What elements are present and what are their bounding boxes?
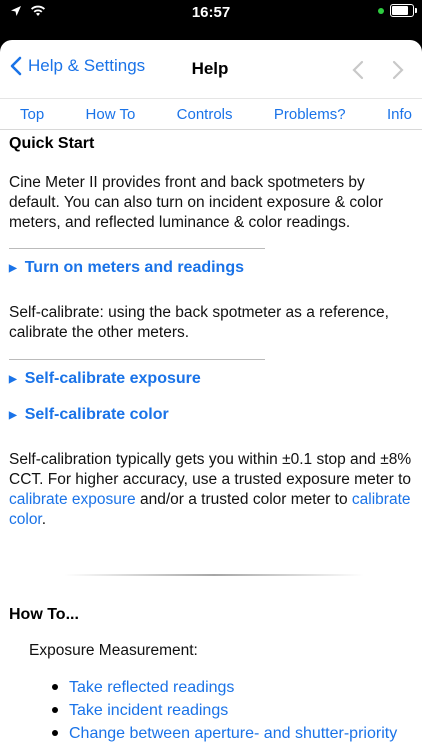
status-time: 16:57 [191, 4, 231, 21]
back-button[interactable]: Help & Settings [10, 56, 145, 76]
how-to-list: Take reflected readings Take incident re… [9, 676, 422, 745]
disclosure-triangle-icon: ▶ [9, 409, 17, 421]
self-calibrate-text: Self-calibrate: using the back spotmeter… [9, 304, 389, 341]
chevron-left-icon [10, 56, 22, 76]
help-sheet: Help & Settings Help Top How To Controls… [0, 40, 422, 750]
camera-in-use-indicator [378, 7, 384, 14]
navigation-bar: Help & Settings Help [0, 40, 422, 99]
section-tabs: Top How To Controls Problems? Info [0, 99, 422, 130]
disclosure-triangle-icon: ▶ [9, 373, 17, 385]
accuracy-text-part: Self-calibration typically gets you with… [9, 451, 412, 488]
calibrate-exposure-link[interactable]: calibrate exposure [9, 491, 136, 508]
disclosure-triangle-icon: ▶ [9, 262, 17, 274]
list-item-change-priority[interactable]: Change between aperture- and shutter-pri… [52, 722, 422, 745]
page-title: Help [191, 59, 229, 78]
how-to-heading: How To... [9, 606, 79, 623]
accuracy-text-part: and/or a trusted color meter to [135, 491, 352, 508]
help-content: Quick Start Cine Meter II provides front… [0, 135, 422, 745]
accuracy-text: Self-calibration typically gets you with… [9, 450, 414, 530]
disclosure-label: Self-calibrate exposure [24, 370, 201, 387]
tab-top[interactable]: Top [20, 106, 44, 123]
next-page-icon[interactable] [392, 60, 404, 80]
section-rule [9, 359, 265, 360]
previous-page-icon[interactable] [352, 60, 364, 80]
tab-problems[interactable]: Problems? [274, 106, 346, 123]
self-calibrate-exposure-disclosure[interactable]: ▶ Self-calibrate exposure [9, 370, 422, 388]
tab-how-to[interactable]: How To [86, 106, 136, 123]
status-bar: 16:57 [0, 0, 422, 44]
exposure-measurement-heading: Exposure Measurement: [29, 642, 198, 659]
self-calibrate-color-disclosure[interactable]: ▶ Self-calibrate color [9, 406, 422, 424]
tab-controls[interactable]: Controls [177, 106, 233, 123]
turn-on-meters-disclosure[interactable]: ▶ Turn on meters and readings [9, 259, 422, 277]
page-arrows [352, 60, 404, 80]
disclosure-label: Self-calibrate color [24, 406, 169, 423]
accuracy-text-part: . [41, 511, 47, 528]
section-rule [9, 248, 265, 249]
quick-start-intro: Cine Meter II provides front and back sp… [9, 174, 383, 231]
section-divider [64, 574, 364, 576]
battery-icon [390, 4, 417, 17]
back-button-label: Help & Settings [28, 56, 146, 75]
list-item-take-incident-readings[interactable]: Take incident readings [52, 699, 422, 722]
list-item-take-reflected-readings[interactable]: Take reflected readings [52, 676, 422, 699]
status-right [378, 4, 417, 17]
quick-start-heading: Quick Start [9, 135, 95, 152]
disclosure-label: Turn on meters and readings [24, 259, 244, 276]
tab-info[interactable]: Info [387, 106, 412, 123]
